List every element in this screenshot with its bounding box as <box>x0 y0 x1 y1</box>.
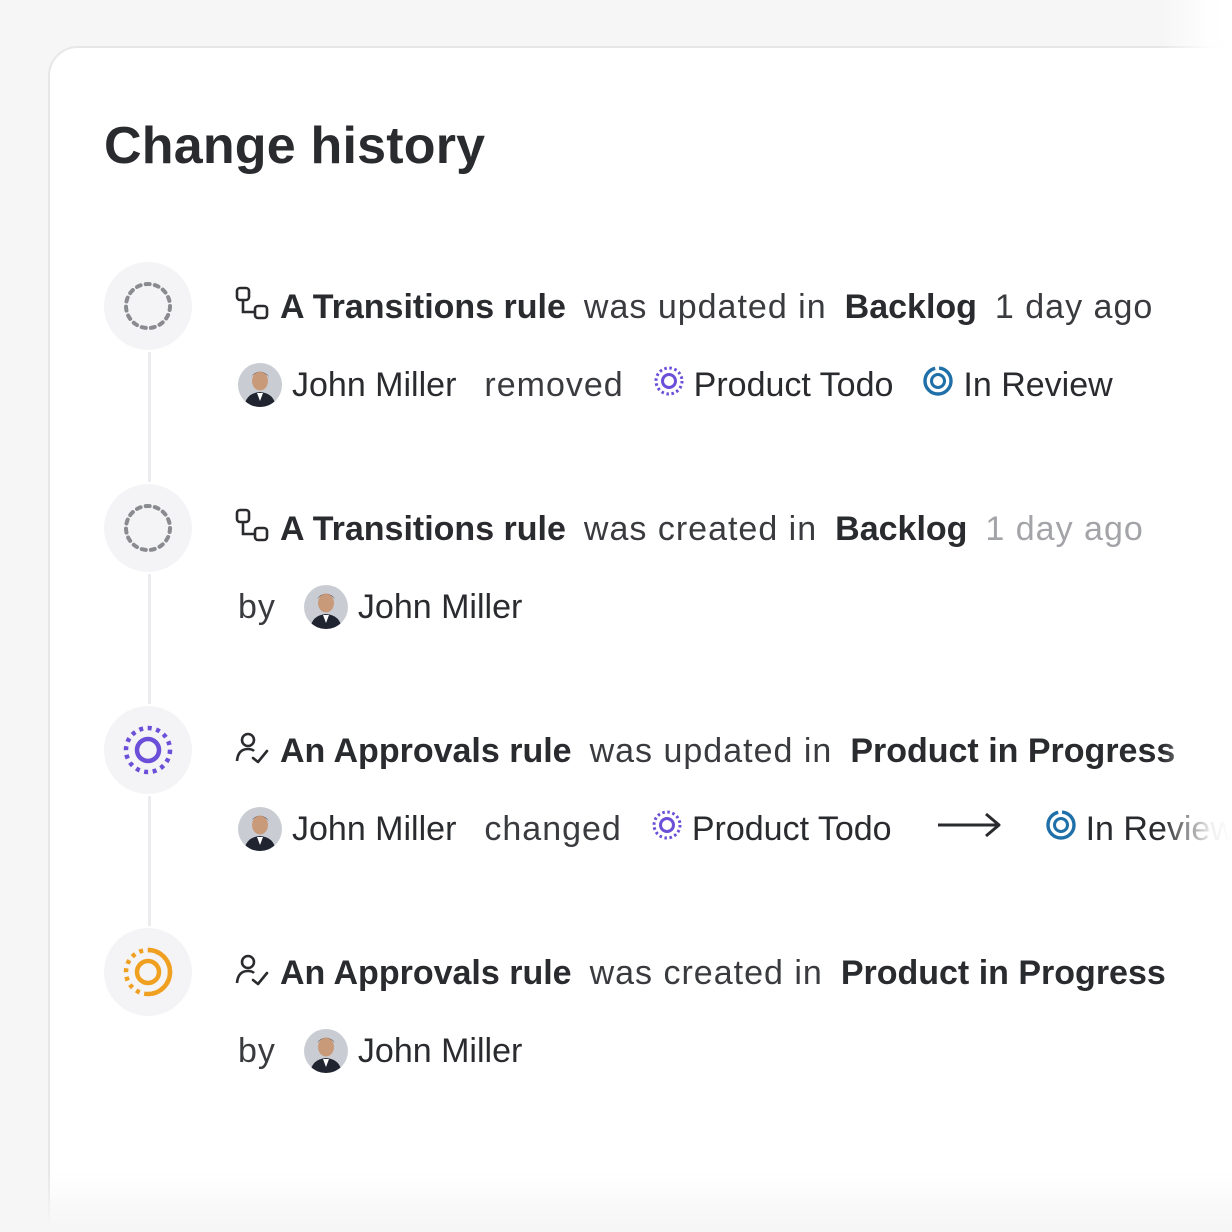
entry-3-summary: An Approvals rule was updated in Product… <box>234 726 1175 776</box>
from-status-label: Product Todo <box>691 809 892 848</box>
entry-3-detail: John Miller changed Product Todo In Revi… <box>238 804 1232 854</box>
entry-1-summary: A Transitions rule was updated in Backlo… <box>234 282 1153 332</box>
user-name[interactable]: John Miller <box>292 810 456 849</box>
timestamp: 1 day ago <box>985 509 1144 548</box>
entry-4-summary: An Approvals rule was created in Product… <box>234 948 1166 998</box>
timeline-node-product-todo <box>104 706 192 794</box>
in-review-status-icon <box>1044 808 1078 851</box>
board-name[interactable]: Product in Progress <box>850 732 1175 771</box>
board-name[interactable]: Backlog <box>845 288 977 327</box>
product-todo-status-icon <box>123 725 173 775</box>
action-text: was created in <box>589 953 823 992</box>
rule-name[interactable]: An Approvals rule <box>280 954 572 993</box>
avatar[interactable] <box>238 363 282 407</box>
entry-2-detail: by John Miller <box>238 582 522 632</box>
to-status-chip[interactable]: In Review <box>1044 808 1232 851</box>
timeline-node-backlog <box>104 262 192 350</box>
timeline-connector <box>148 574 151 704</box>
avatar[interactable] <box>238 807 282 851</box>
backlog-status-icon <box>124 504 172 552</box>
to-status-chip[interactable]: In Review <box>921 364 1113 407</box>
timestamp: 1 day ago <box>994 287 1154 326</box>
action-text: was created in <box>583 509 818 548</box>
board-name[interactable]: Product in Progress <box>841 954 1166 993</box>
product-todo-status-icon <box>652 364 686 407</box>
approvals-icon <box>234 729 270 774</box>
rule-name[interactable]: An Approvals rule <box>280 732 572 771</box>
transitions-icon <box>234 507 270 552</box>
user-name[interactable]: John Miller <box>292 366 456 405</box>
rule-name[interactable]: A Transitions rule <box>280 288 566 327</box>
in-review-status-icon <box>921 364 955 407</box>
by-text: by <box>238 1031 276 1070</box>
arrow-right-icon <box>936 810 1004 849</box>
timeline-connector <box>148 796 151 926</box>
user-name[interactable]: John Miller <box>358 588 522 627</box>
rule-name[interactable]: A Transitions rule <box>280 510 566 549</box>
product-in-progress-status-icon <box>123 947 173 997</box>
from-status-chip[interactable]: Product Todo <box>652 364 894 407</box>
entry-2-summary: A Transitions rule was created in Backlo… <box>234 504 1144 554</box>
page-title: Change history <box>104 117 486 175</box>
verb-text: removed <box>484 365 624 404</box>
timeline-node-product-in-progress <box>104 928 192 1016</box>
timeline-node-backlog <box>104 484 192 572</box>
change-history-panel: Change history A Transitions rule was up… <box>0 0 1232 1232</box>
action-text: was updated in <box>589 731 833 770</box>
action-text: was updated in <box>583 287 827 326</box>
board-name[interactable]: Backlog <box>835 510 967 549</box>
entry-1-detail: John Miller removed Product Todo In Revi… <box>238 360 1113 410</box>
transitions-icon <box>234 285 270 330</box>
avatar[interactable] <box>303 585 348 629</box>
history-card <box>48 46 1232 1232</box>
verb-text: changed <box>484 809 622 848</box>
by-text: by <box>238 587 276 626</box>
user-name[interactable]: John Miller <box>358 1032 522 1071</box>
to-status-label: In Review <box>1085 809 1232 848</box>
from-status-chip[interactable]: Product Todo <box>650 808 892 851</box>
from-status-label: Product Todo <box>693 365 894 404</box>
entry-4-detail: by John Miller <box>238 1026 522 1076</box>
approvals-icon <box>234 951 270 996</box>
to-status-label: In Review <box>963 365 1113 404</box>
avatar[interactable] <box>303 1029 348 1073</box>
backlog-status-icon <box>124 282 172 330</box>
timeline-connector <box>148 352 151 482</box>
product-todo-status-icon <box>650 808 684 851</box>
